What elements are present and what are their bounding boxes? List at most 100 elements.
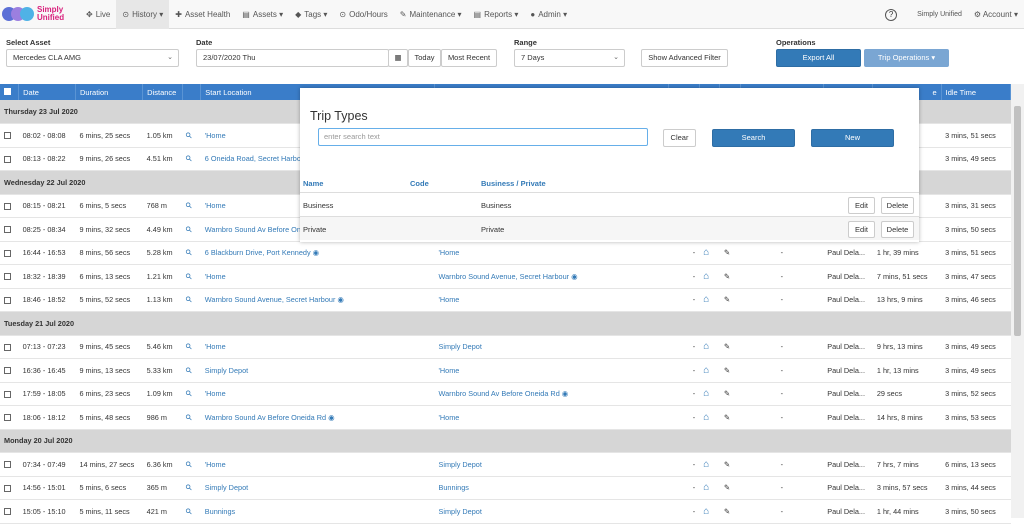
table-row[interactable]: 16:36 - 16:45 9 mins, 13 secs 5.33 km ⚲ Simp… (0, 358, 1011, 383)
table-row[interactable]: 17:59 - 18:05 6 mins, 23 secs 1.09 km ⚲ 'Hom… (0, 382, 1011, 406)
map-cell[interactable]: ⚲ (182, 147, 201, 171)
search-icon[interactable]: ⚲ (184, 153, 195, 164)
map-cell[interactable]: ⚲ (182, 335, 201, 359)
edit-icon[interactable]: ✎ (724, 507, 730, 516)
col-duration[interactable]: Duration (75, 84, 144, 100)
end-location-cell[interactable]: 'Home (434, 358, 669, 383)
nav-item[interactable]: ▤ Reports ▾ (468, 0, 525, 29)
col-name[interactable]: Name (303, 179, 323, 188)
search-icon[interactable]: ⚲ (184, 459, 195, 470)
end-location-cell[interactable]: 'Home (434, 241, 669, 265)
row-checkbox[interactable] (4, 508, 11, 516)
edit-icon[interactable]: ✎ (724, 342, 730, 351)
end-location-cell[interactable]: Simply Depot (434, 452, 669, 477)
end-location[interactable]: 'Home (438, 413, 459, 422)
home-cell[interactable]: ⌂ (699, 405, 720, 430)
map-cell[interactable]: ⚲ (182, 476, 201, 500)
map-cell[interactable]: ⚲ (182, 194, 201, 218)
edit-cell[interactable]: ✎ (719, 405, 741, 430)
edit-cell[interactable]: ✎ (719, 476, 741, 500)
account-menu[interactable]: ⚙ Account ▾ (968, 0, 1024, 29)
row-checkbox[interactable] (4, 249, 11, 257)
end-location-cell[interactable]: Warnbro Sound Avenue, Secret Harbour ◉ (434, 264, 669, 289)
edit-cell[interactable]: ✎ (719, 452, 741, 477)
home-cell[interactable]: ⌂ (699, 476, 720, 500)
start-location-cell[interactable]: Simply Depot (200, 476, 435, 500)
date-input[interactable]: 23/07/2020 Thu (196, 49, 389, 67)
end-location-cell[interactable]: Bunnings (434, 476, 669, 500)
nav-item[interactable]: ✚ Asset Health (169, 0, 236, 29)
edit-cell[interactable]: ✎ (719, 288, 741, 312)
start-location-cell[interactable]: 'Home (200, 382, 435, 406)
globe-icon[interactable]: ◉ (326, 413, 334, 422)
row-checkbox[interactable] (4, 367, 11, 375)
table-row[interactable]: 07:34 - 07:49 14 mins, 27 secs 6.36 km ⚲ 'Ho… (0, 452, 1011, 477)
row-checkbox[interactable] (4, 273, 11, 281)
start-location-cell[interactable]: 'Home (200, 335, 435, 359)
home-icon[interactable]: ⌂ (703, 388, 709, 399)
start-location-cell[interactable]: 6 Blackburn Drive, Port Kennedy ◉ (200, 241, 435, 265)
row-checkbox-cell[interactable] (0, 264, 19, 289)
end-location[interactable]: Warnbro Sound Av Before Oneida Rd (438, 389, 559, 398)
start-location-cell[interactable]: Warnbro Sound Avenue, Secret Harbour ◉ (200, 288, 435, 312)
start-location[interactable]: 'Home (205, 460, 226, 469)
select-all-checkbox[interactable] (0, 84, 20, 100)
row-checkbox-cell[interactable] (0, 405, 19, 430)
start-location[interactable]: Warnbro Sound Av Before One (205, 225, 305, 234)
brand-logo[interactable]: Simply Unified (2, 1, 74, 27)
globe-icon[interactable]: ◉ (311, 248, 319, 257)
end-location[interactable]: 'Home (438, 366, 459, 375)
end-location-cell[interactable]: 'Home (434, 405, 669, 430)
edit-icon[interactable]: ✎ (724, 413, 730, 422)
search-icon[interactable]: ⚲ (184, 130, 195, 141)
search-icon[interactable]: ⚲ (184, 224, 195, 235)
globe-icon[interactable]: ◉ (335, 295, 343, 304)
home-cell[interactable]: ⌂ (699, 335, 720, 359)
table-row[interactable]: 15:05 - 15:10 5 mins, 11 secs 421 m ⚲ Bunnin… (0, 499, 1011, 524)
home-icon[interactable]: ⌂ (703, 365, 709, 376)
home-cell[interactable]: ⌂ (699, 382, 720, 406)
nav-item[interactable]: ● Admin ▾ (524, 0, 573, 29)
edit-cell[interactable]: ✎ (719, 382, 741, 406)
start-location-cell[interactable]: 'Home (200, 452, 435, 477)
home-icon[interactable]: ⌂ (703, 341, 709, 352)
edit-icon[interactable]: ✎ (724, 483, 730, 492)
start-location-cell[interactable]: Simply Depot (200, 358, 435, 383)
map-cell[interactable]: ⚲ (182, 382, 201, 406)
search-icon[interactable]: ⚲ (184, 341, 195, 352)
col-code[interactable]: Code (410, 179, 429, 188)
map-cell[interactable]: ⚲ (182, 217, 201, 242)
row-checkbox[interactable] (4, 132, 11, 140)
clear-button[interactable]: Clear (663, 129, 696, 147)
end-location-cell[interactable]: Warnbro Sound Av Before Oneida Rd ◉ (434, 382, 669, 406)
home-cell[interactable]: ⌂ (699, 358, 720, 383)
end-location-cell[interactable]: 'Home (434, 288, 669, 312)
search-icon[interactable]: ⚲ (184, 271, 195, 282)
globe-icon[interactable]: ◉ (560, 389, 568, 398)
edit-icon[interactable]: ✎ (724, 366, 730, 375)
home-cell[interactable]: ⌂ (699, 288, 720, 312)
nav-item[interactable]: ◆ Tags ▾ (289, 0, 333, 29)
search-icon[interactable]: ⚲ (184, 247, 195, 258)
end-location[interactable]: Simply Depot (438, 460, 481, 469)
end-location[interactable]: Simply Depot (438, 507, 481, 516)
edit-icon[interactable]: ✎ (724, 272, 730, 281)
end-location-cell[interactable]: Simply Depot (434, 499, 669, 524)
row-checkbox-cell[interactable] (0, 217, 19, 242)
map-cell[interactable]: ⚲ (182, 405, 201, 430)
nav-item[interactable]: ✥ Live (80, 0, 116, 29)
table-row[interactable]: 18:46 - 18:52 5 mins, 52 secs 1.13 km ⚲ Warn… (0, 288, 1011, 312)
row-checkbox-cell[interactable] (0, 123, 19, 148)
start-location[interactable]: 'Home (205, 131, 226, 140)
edit-cell[interactable]: ✎ (719, 335, 741, 359)
row-checkbox-cell[interactable] (0, 241, 19, 265)
trip-operations-button[interactable]: Trip Operations ▾ (864, 49, 949, 67)
row-checkbox-cell[interactable] (0, 335, 19, 359)
search-icon[interactable]: ⚲ (184, 200, 195, 211)
row-checkbox[interactable] (4, 296, 11, 304)
trip-type-row[interactable]: Business Business Edit Delete (300, 192, 919, 216)
row-checkbox[interactable] (4, 390, 11, 398)
end-location[interactable]: Bunnings (438, 483, 468, 492)
row-checkbox[interactable] (4, 226, 11, 234)
map-cell[interactable]: ⚲ (182, 264, 201, 289)
